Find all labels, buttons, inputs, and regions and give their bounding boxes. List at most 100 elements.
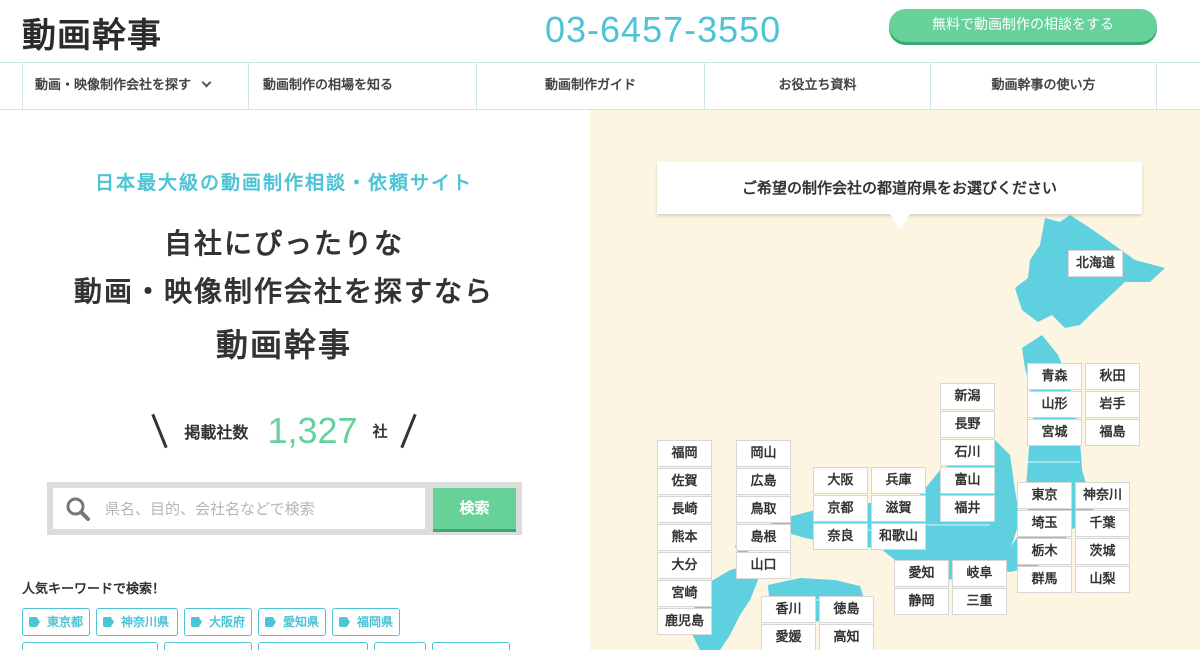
pref-osaka[interactable]: 大阪	[813, 467, 868, 494]
search-box	[53, 488, 425, 529]
nav-item-label: 動画幹事の使い方	[991, 78, 1096, 93]
keyword-tag-label: 東京都	[47, 615, 84, 629]
pref-gifu[interactable]: 岐阜	[952, 560, 1007, 587]
pref-tottori[interactable]: 鳥取	[736, 496, 791, 523]
site-header: 動画幹事 03-6457-3550 無料で動画制作の相談をする	[0, 0, 1200, 62]
keyword-tag[interactable]: 東京都	[22, 608, 90, 636]
pref-aomori[interactable]: 青森	[1027, 363, 1082, 390]
popular-keywords-title: 人気キーワードで検索！	[22, 582, 166, 597]
map-instruction: ご希望の制作会社の都道府県をお選びください	[657, 162, 1142, 230]
pref-saga[interactable]: 佐賀	[657, 468, 712, 495]
chevron-down-icon	[201, 77, 212, 88]
nav-item-how-to-use[interactable]: 動画幹事の使い方	[930, 63, 1157, 109]
pref-iwate[interactable]: 岩手	[1085, 391, 1140, 418]
keyword-tag-partial[interactable]	[22, 642, 158, 650]
count-value: 1,327	[267, 410, 358, 451]
pref-kochi[interactable]: 高知	[819, 624, 874, 650]
keyword-tag-label: 愛知県	[283, 615, 320, 629]
count-label: 掲載社数	[184, 423, 249, 442]
pref-mie[interactable]: 三重	[952, 588, 1007, 615]
pref-okayama[interactable]: 岡山	[736, 440, 791, 467]
nav-item-find-company[interactable]: 動画・映像制作会社を探す	[22, 63, 248, 109]
consult-cta-button[interactable]: 無料で動画制作の相談をする	[889, 9, 1157, 42]
search-icon	[66, 497, 90, 521]
pref-hiroshima[interactable]: 広島	[736, 468, 791, 495]
phone-number[interactable]: 03-6457-3550	[545, 9, 781, 51]
pref-shizuoka[interactable]: 静岡	[894, 588, 949, 615]
pref-nagano[interactable]: 長野	[940, 411, 995, 438]
logo-text: 動画幹事	[22, 16, 162, 56]
keyword-tag-partial[interactable]	[374, 642, 426, 650]
pref-miyazaki[interactable]: 宮崎	[657, 580, 712, 607]
pref-saitama[interactable]: 埼玉	[1017, 510, 1072, 537]
pref-hokkaido[interactable]: 北海道	[1068, 250, 1123, 277]
hero-headline-line3: 動画幹事	[215, 326, 352, 364]
keyword-tag-partial[interactable]	[164, 642, 252, 650]
company-count: 掲載社数 1,327 社	[0, 410, 568, 452]
keyword-tag-label: 大阪府	[209, 615, 246, 629]
pref-nagasaki[interactable]: 長崎	[657, 496, 712, 523]
nav-item-label: お役立ち資料	[778, 78, 857, 93]
hero-section: 日本最大級の動画制作相談・依頼サイト 自社にぴったりな 動画・映像制作会社を探す…	[0, 110, 590, 650]
pref-fukuoka[interactable]: 福岡	[657, 440, 712, 467]
pref-yamagata[interactable]: 山形	[1027, 391, 1082, 418]
tag-icon	[103, 617, 114, 627]
search-bar: 検索	[47, 482, 522, 535]
search-button[interactable]: 検索	[433, 488, 516, 529]
pref-aichi[interactable]: 愛知	[894, 560, 949, 587]
nav-item-resources[interactable]: お役立ち資料	[704, 63, 930, 109]
tag-icon	[339, 617, 350, 627]
nav-item-label: 動画制作ガイド	[544, 78, 636, 93]
pref-yamanashi[interactable]: 山梨	[1075, 566, 1130, 593]
pref-kagawa[interactable]: 香川	[761, 596, 816, 623]
hero-headline-line1: 自社にぴったりな	[163, 227, 404, 260]
keyword-tag[interactable]: 愛知県	[258, 608, 326, 636]
keyword-tag-label: 神奈川県	[121, 615, 170, 629]
hero-headline-line2: 動画・映像制作会社を探すなら	[73, 275, 494, 308]
pref-tochigi[interactable]: 栃木	[1017, 538, 1072, 565]
site-logo[interactable]: 動画幹事	[22, 8, 162, 57]
nav-item-label: 動画制作の相場を知る	[263, 78, 394, 93]
pref-wakayama[interactable]: 和歌山	[871, 523, 926, 550]
pref-akita[interactable]: 秋田	[1085, 363, 1140, 390]
main-nav: 動画・映像制作会社を探す 動画制作の相場を知る 動画制作ガイド お役立ち資料 動…	[0, 62, 1200, 110]
pref-ibaraki[interactable]: 茨城	[1075, 538, 1130, 565]
prefecture-map-section: ご希望の制作会社の都道府県をお選びください 北海道 青森 秋田 山形 岩手 宮城…	[590, 110, 1200, 650]
tag-icon	[265, 617, 276, 627]
slash-decoration	[151, 413, 168, 449]
keyword-tag[interactable]: 大阪府	[184, 608, 252, 636]
pref-shiga[interactable]: 滋賀	[871, 495, 926, 522]
nav-item-guide[interactable]: 動画制作ガイド	[476, 63, 704, 109]
pref-ehime[interactable]: 愛媛	[761, 624, 816, 650]
pref-shimane[interactable]: 島根	[736, 524, 791, 551]
keyword-tag-label: 福岡県	[357, 615, 394, 629]
count-unit: 社	[372, 422, 388, 441]
pref-kyoto[interactable]: 京都	[813, 495, 868, 522]
nav-item-price[interactable]: 動画制作の相場を知る	[248, 63, 476, 109]
pref-tokyo[interactable]: 東京	[1017, 482, 1072, 509]
nav-item-label: 動画・映像制作会社を探す	[35, 78, 192, 93]
pref-ishikawa[interactable]: 石川	[940, 439, 995, 466]
pref-niigata[interactable]: 新潟	[940, 383, 995, 410]
pref-hyogo[interactable]: 兵庫	[871, 467, 926, 494]
pref-toyama[interactable]: 富山	[940, 467, 995, 494]
pref-gunma[interactable]: 群馬	[1017, 566, 1072, 593]
keyword-tag[interactable]: 神奈川県	[96, 608, 178, 636]
pref-kumamoto[interactable]: 熊本	[657, 524, 712, 551]
pref-fukushima[interactable]: 福島	[1085, 419, 1140, 446]
pref-tokushima[interactable]: 徳島	[819, 596, 874, 623]
keyword-tag-partial[interactable]	[432, 642, 510, 650]
keyword-tag[interactable]: 福岡県	[332, 608, 400, 636]
pref-kanagawa[interactable]: 神奈川	[1075, 482, 1130, 509]
pref-oita[interactable]: 大分	[657, 552, 712, 579]
hero-tagline: 日本最大級の動画制作相談・依頼サイト	[94, 172, 473, 194]
pref-yamaguchi[interactable]: 山口	[736, 552, 791, 579]
pref-kagoshima[interactable]: 鹿児島	[657, 608, 712, 635]
keyword-tag-partial[interactable]	[258, 642, 368, 650]
pref-nara[interactable]: 奈良	[813, 523, 868, 550]
slash-decoration	[400, 413, 417, 449]
pref-chiba[interactable]: 千葉	[1075, 510, 1130, 537]
pref-fukui[interactable]: 福井	[940, 495, 995, 522]
pref-miyagi[interactable]: 宮城	[1027, 419, 1082, 446]
search-input[interactable]	[105, 488, 415, 529]
